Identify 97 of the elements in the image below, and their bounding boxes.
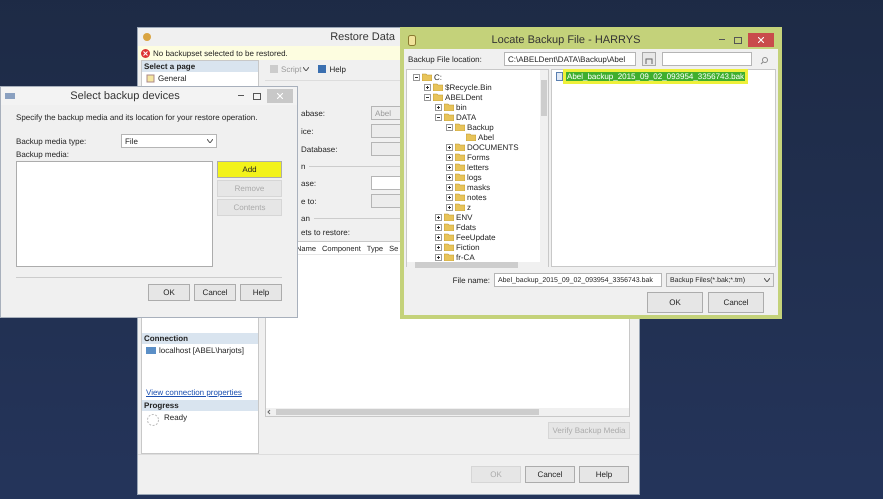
tree-item[interactable]: Fdats <box>456 222 476 232</box>
expand-icon[interactable] <box>446 164 453 170</box>
page-item[interactable]: General <box>158 74 186 83</box>
section-label: n <box>301 162 306 170</box>
dialog-button[interactable]: OK <box>148 284 190 301</box>
horizontal-scrollbar[interactable] <box>407 262 548 268</box>
expand-icon[interactable] <box>446 204 453 210</box>
tree-item[interactable]: masks <box>467 182 490 192</box>
maximize-icon <box>734 36 742 44</box>
tree-item[interactable]: fr-CA <box>456 252 475 262</box>
scroll-left-icon <box>266 409 272 415</box>
expand-icon[interactable] <box>435 214 442 220</box>
tree-item[interactable]: Forms <box>467 152 490 162</box>
tree-item[interactable]: Fiction <box>456 242 480 252</box>
section-header: Connection <box>142 333 258 344</box>
app-icon <box>5 93 15 99</box>
field-label: Backup media type: <box>16 136 88 146</box>
database-icon <box>408 34 416 46</box>
field-label: e to: <box>301 196 318 206</box>
dialog-button[interactable]: OK <box>647 292 703 313</box>
tree-item[interactable]: DOCUMENTS <box>467 142 519 152</box>
section-header: Select a page <box>142 61 258 72</box>
tree-item[interactable]: Abel <box>478 132 494 142</box>
dialog-button[interactable]: Cancel <box>708 292 764 313</box>
maximize-icon <box>253 92 261 100</box>
close-button[interactable] <box>748 33 774 47</box>
close-icon <box>277 93 283 99</box>
field-label: ice: <box>301 126 314 136</box>
tree-item[interactable]: FeeUpdate <box>456 232 496 242</box>
window-title: Locate Backup File - HARRYS <box>490 34 642 46</box>
section-label: an <box>301 214 310 222</box>
server-name: localhost [ABEL\harjots] <box>159 346 244 355</box>
expand-icon[interactable] <box>435 104 442 110</box>
spinner-icon <box>146 413 160 427</box>
minimize-icon <box>719 39 725 41</box>
expand-icon[interactable] <box>446 144 453 150</box>
dialog-button[interactable]: Cancel <box>525 466 575 483</box>
tree-item[interactable]: z <box>467 202 471 212</box>
vertical-scrollbar[interactable] <box>540 70 548 262</box>
expand-icon[interactable] <box>424 84 431 90</box>
collapse-icon[interactable] <box>435 114 442 120</box>
dialog-button[interactable]: Help <box>240 284 282 301</box>
tree-item[interactable]: notes <box>467 192 487 202</box>
field-label: Backup File location: <box>408 54 483 64</box>
close-icon <box>758 37 764 43</box>
app-icon <box>142 32 152 42</box>
page-icon <box>146 74 155 83</box>
window-title: Restore Data <box>330 31 395 43</box>
caret-icon <box>303 67 310 71</box>
search-icon <box>760 56 768 65</box>
location-field[interactable]: C:\ABELDent\DATA\Backup\Abel <box>504 52 636 66</box>
expand-icon[interactable] <box>435 224 442 230</box>
expand-icon[interactable] <box>446 154 453 160</box>
expand-icon[interactable] <box>446 174 453 180</box>
section-header: Progress <box>142 400 258 411</box>
collapse-icon[interactable] <box>424 94 431 100</box>
dialog-button[interactable]: Help <box>579 466 629 483</box>
tree-item[interactable]: letters <box>467 162 489 172</box>
collapse-icon[interactable] <box>413 74 420 80</box>
tree-item[interactable]: logs <box>467 172 482 182</box>
tree-item[interactable]: DATA <box>456 112 476 122</box>
expand-icon[interactable] <box>435 244 442 250</box>
file-icon <box>556 72 563 81</box>
description-text: Specify the backup media and its location for your restore operation. <box>16 113 258 122</box>
expand-icon[interactable] <box>446 184 453 190</box>
collapse-icon[interactable] <box>446 124 453 130</box>
field-label: ase: <box>301 178 318 188</box>
folder-up-button[interactable] <box>642 52 656 66</box>
toolbar-button[interactable]: Help <box>317 64 346 74</box>
folder-up-icon <box>645 57 653 65</box>
tree-item[interactable]: Backup <box>467 122 494 132</box>
caret-icon <box>207 139 213 143</box>
expand-icon[interactable] <box>435 234 442 240</box>
media-type-dropdown[interactable]: File <box>121 134 217 148</box>
caret-icon <box>764 278 770 282</box>
field-label: Backup media: <box>16 150 70 159</box>
warning-message: No backupset selected to be restored. <box>153 48 288 58</box>
error-icon <box>141 48 150 58</box>
tree-item[interactable]: ABELDent <box>445 92 482 102</box>
progress-status: Ready <box>164 413 188 422</box>
expand-icon[interactable] <box>435 254 442 260</box>
field-label: abase: <box>301 108 326 118</box>
tree-item[interactable]: $Recycle.Bin <box>445 82 492 92</box>
window-title: Select backup devices <box>69 90 181 102</box>
tree-item[interactable]: bin <box>456 102 467 112</box>
expand-icon[interactable] <box>446 194 453 200</box>
tree-item[interactable]: ENV <box>456 212 472 222</box>
field-label: ets to restore: <box>301 228 351 237</box>
field-label: Database: <box>301 144 338 154</box>
search-field[interactable] <box>662 52 752 66</box>
connection-link[interactable]: View connection properties <box>142 388 258 400</box>
horizontal-scrollbar[interactable] <box>266 408 629 416</box>
side-button[interactable]: Add <box>217 161 282 178</box>
minimize-icon <box>238 95 244 97</box>
field-label: File name: <box>452 276 490 284</box>
dialog-button[interactable]: Cancel <box>194 284 236 301</box>
tree-item[interactable]: C: <box>434 72 442 82</box>
